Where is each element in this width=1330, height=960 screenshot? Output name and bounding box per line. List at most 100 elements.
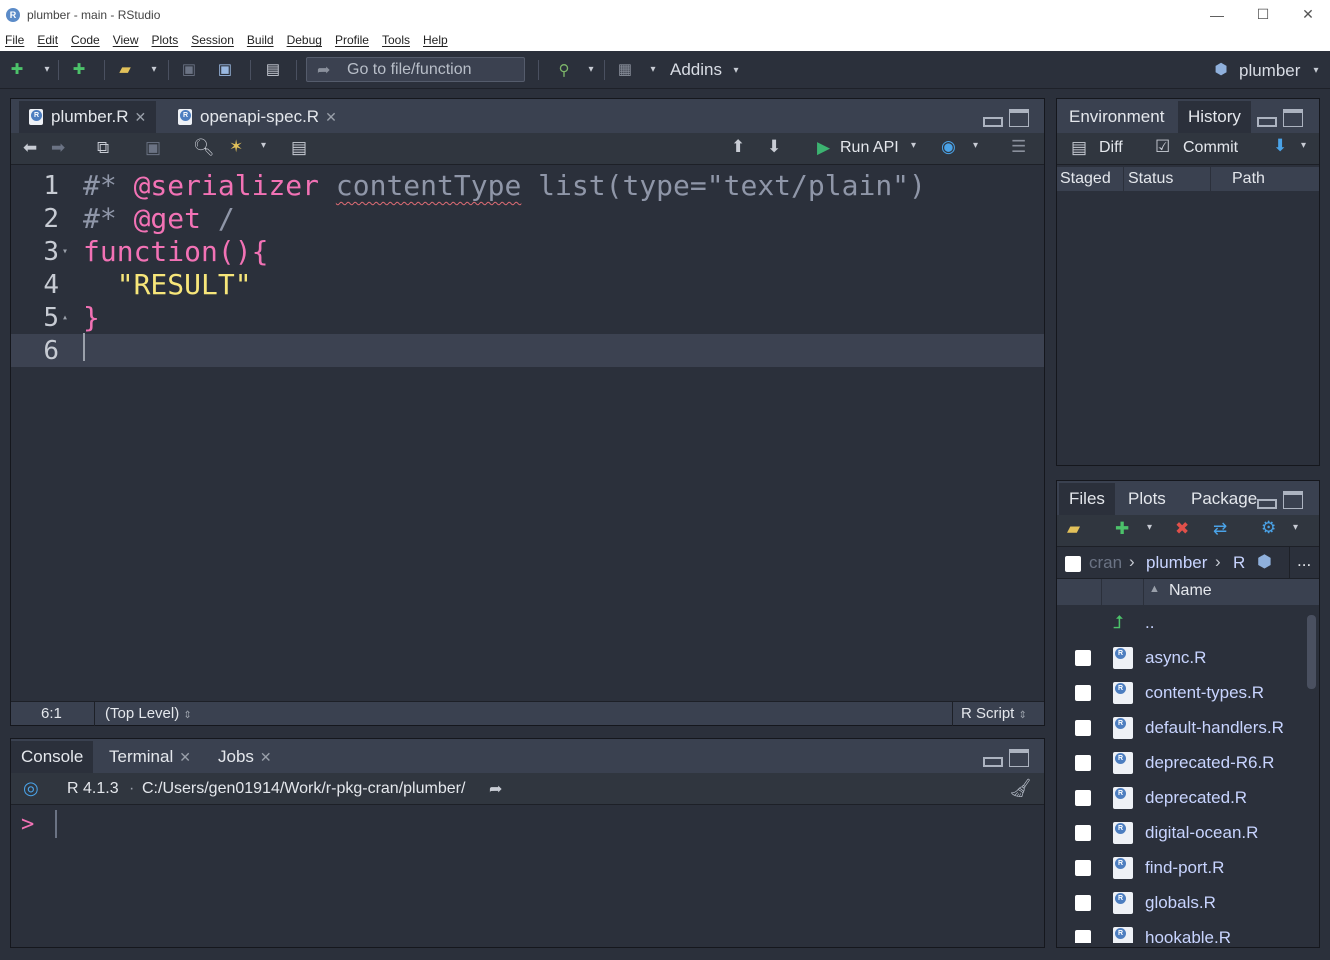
forward-arrow-icon[interactable]: ➡ — [51, 138, 65, 158]
maximize-pane-icon[interactable] — [1009, 109, 1029, 127]
code-line[interactable]: 6 — [11, 333, 1044, 367]
addins-menu[interactable]: Addins — [670, 60, 722, 80]
file-row[interactable]: hookable.R — [1057, 920, 1303, 943]
file-checkbox[interactable] — [1075, 824, 1091, 841]
maximize-button[interactable]: ☐ — [1240, 0, 1286, 29]
file-name-link[interactable]: async.R — [1145, 648, 1206, 668]
project-dropdown-icon[interactable]: ▾ — [1305, 60, 1327, 80]
breadcrumb-plumber[interactable]: plumber — [1146, 553, 1207, 573]
fold-indicator-icon[interactable]: ▴ — [59, 312, 71, 323]
parent-dir-row[interactable]: ⮥ .. — [1057, 605, 1303, 640]
code-editor[interactable]: 1 #* @serializer contentType list(type="t… — [11, 166, 1044, 700]
code-line[interactable]: 3 ▾ function(){ — [11, 235, 1044, 268]
menu-tools[interactable]: Tools — [382, 33, 410, 47]
file-name-link[interactable]: deprecated-R6.R — [1145, 753, 1274, 773]
file-name-link[interactable]: deprecated.R — [1145, 788, 1247, 808]
new-blank-file-icon[interactable]: ✚ — [1115, 519, 1129, 539]
close-tab-icon[interactable]: ✕ — [179, 749, 191, 766]
new-folder-icon[interactable]: ▰ — [1067, 519, 1080, 539]
outline-icon[interactable]: ☰ — [1011, 137, 1026, 157]
new-project-icon[interactable]: ✚ — [68, 59, 90, 79]
menu-file[interactable]: File — [5, 33, 24, 47]
breadcrumb-cran[interactable]: cran — [1089, 553, 1122, 573]
magic-wand-icon[interactable]: ✶ — [229, 137, 243, 157]
tab-openapi-spec[interactable]: openapi-spec.R ✕ — [168, 101, 347, 133]
file-checkbox[interactable] — [1075, 649, 1091, 666]
filetype-selector[interactable]: R Script ⇕ — [961, 705, 1027, 722]
find-icon[interactable]: 🔍︎ — [193, 138, 215, 158]
file-name-link[interactable]: find-port.R — [1145, 858, 1224, 878]
minimize-pane-icon[interactable] — [1257, 117, 1277, 127]
new-file-icon[interactable]: ✚ — [6, 59, 28, 79]
maximize-pane-icon[interactable] — [1283, 109, 1303, 127]
layout-dropdown-icon[interactable]: ▾ — [642, 59, 664, 79]
open-dropdown-icon[interactable]: ▾ — [143, 59, 165, 79]
save-all-icon[interactable]: ▣ — [214, 59, 236, 79]
delete-icon[interactable]: ✖ — [1175, 519, 1189, 539]
scope-selector[interactable]: (Top Level) ⇕ — [105, 705, 192, 722]
console-input[interactable]: > — [11, 806, 1044, 947]
pane-layout-icon[interactable]: ▦ — [614, 59, 636, 79]
close-tab-icon[interactable]: ✕ — [134, 109, 146, 126]
clear-console-icon[interactable]: 🧹︎ — [1009, 778, 1032, 799]
maximize-pane-icon[interactable] — [1283, 491, 1303, 509]
print-icon[interactable]: ▤ — [262, 59, 284, 79]
git-more-dropdown-icon[interactable]: ▾ — [1301, 140, 1306, 151]
file-row[interactable]: find-port.R — [1057, 850, 1303, 885]
file-row[interactable]: digital-ocean.R — [1057, 815, 1303, 850]
menu-plots[interactable]: Plots — [152, 33, 179, 47]
minimize-pane-icon[interactable] — [1257, 499, 1277, 509]
file-name-link[interactable]: content-types.R — [1145, 683, 1264, 703]
file-row[interactable]: globals.R — [1057, 885, 1303, 920]
tab-console[interactable]: Console — [11, 741, 94, 773]
file-checkbox[interactable] — [1075, 929, 1091, 943]
fold-indicator-icon[interactable]: ▾ — [59, 246, 71, 257]
addins-dropdown-icon[interactable]: ▾ — [725, 60, 747, 80]
goto-file-input[interactable]: ➦ Go to file/function — [306, 57, 525, 82]
file-row[interactable]: deprecated.R — [1057, 780, 1303, 815]
git-dropdown-icon[interactable]: ▾ — [580, 59, 602, 79]
code-line[interactable]: 5 ▴} — [11, 301, 1044, 334]
files-scrollbar[interactable] — [1307, 615, 1316, 689]
save-icon[interactable]: ▣ — [178, 59, 200, 79]
run-api-button[interactable]: Run API — [840, 139, 899, 157]
close-tab-icon[interactable]: ✕ — [325, 109, 337, 126]
file-checkbox[interactable] — [1075, 684, 1091, 701]
new-file-dropdown-icon[interactable]: ▾ — [36, 59, 58, 79]
file-name-link[interactable]: digital-ocean.R — [1145, 823, 1258, 843]
col-status[interactable]: Status — [1128, 170, 1173, 188]
close-tab-icon[interactable]: ✕ — [260, 749, 272, 766]
go-to-directory-icon[interactable]: ➦ — [489, 779, 502, 799]
menu-profile[interactable]: Profile — [335, 33, 369, 47]
publish-icon[interactable]: ◉ — [941, 137, 956, 157]
menu-help[interactable]: Help — [423, 33, 448, 47]
breadcrumb-r[interactable]: R — [1233, 553, 1245, 573]
minimize-pane-icon[interactable] — [983, 757, 1003, 767]
tab-jobs[interactable]: Jobs ✕ — [208, 741, 282, 773]
file-row[interactable]: async.R — [1057, 640, 1303, 675]
code-line[interactable]: 2 #* @get / — [11, 202, 1044, 235]
col-path[interactable]: Path — [1232, 170, 1265, 188]
compile-report-icon[interactable]: ▤ — [291, 138, 307, 158]
show-in-window-icon[interactable]: ⧉ — [97, 138, 109, 158]
file-row[interactable]: default-handlers.R — [1057, 710, 1303, 745]
file-checkbox[interactable] — [1075, 754, 1091, 771]
tab-environment[interactable]: Environment — [1059, 101, 1174, 133]
maximize-pane-icon[interactable] — [1009, 749, 1029, 767]
code-tools-dropdown-icon[interactable]: ▾ — [261, 140, 266, 151]
save-file-icon[interactable]: ▣ — [145, 138, 161, 158]
file-name-link[interactable]: default-handlers.R — [1145, 718, 1284, 738]
file-checkbox[interactable] — [1075, 719, 1091, 736]
more-path-button[interactable]: ... — [1297, 551, 1311, 571]
file-checkbox[interactable] — [1075, 894, 1091, 911]
file-row[interactable]: content-types.R — [1057, 675, 1303, 710]
col-staged[interactable]: Staged — [1060, 170, 1111, 188]
minimize-button[interactable]: — — [1194, 0, 1240, 29]
menu-session[interactable]: Session — [191, 33, 234, 47]
tab-plots[interactable]: Plots — [1118, 483, 1176, 515]
move-down-icon[interactable]: ⬇ — [767, 137, 781, 157]
close-button[interactable]: ✕ — [1285, 0, 1330, 29]
select-all-checkbox[interactable] — [1065, 556, 1081, 572]
tab-plumber-r[interactable]: plumber.R ✕ — [19, 101, 157, 133]
commit-button[interactable]: Commit — [1183, 139, 1238, 157]
